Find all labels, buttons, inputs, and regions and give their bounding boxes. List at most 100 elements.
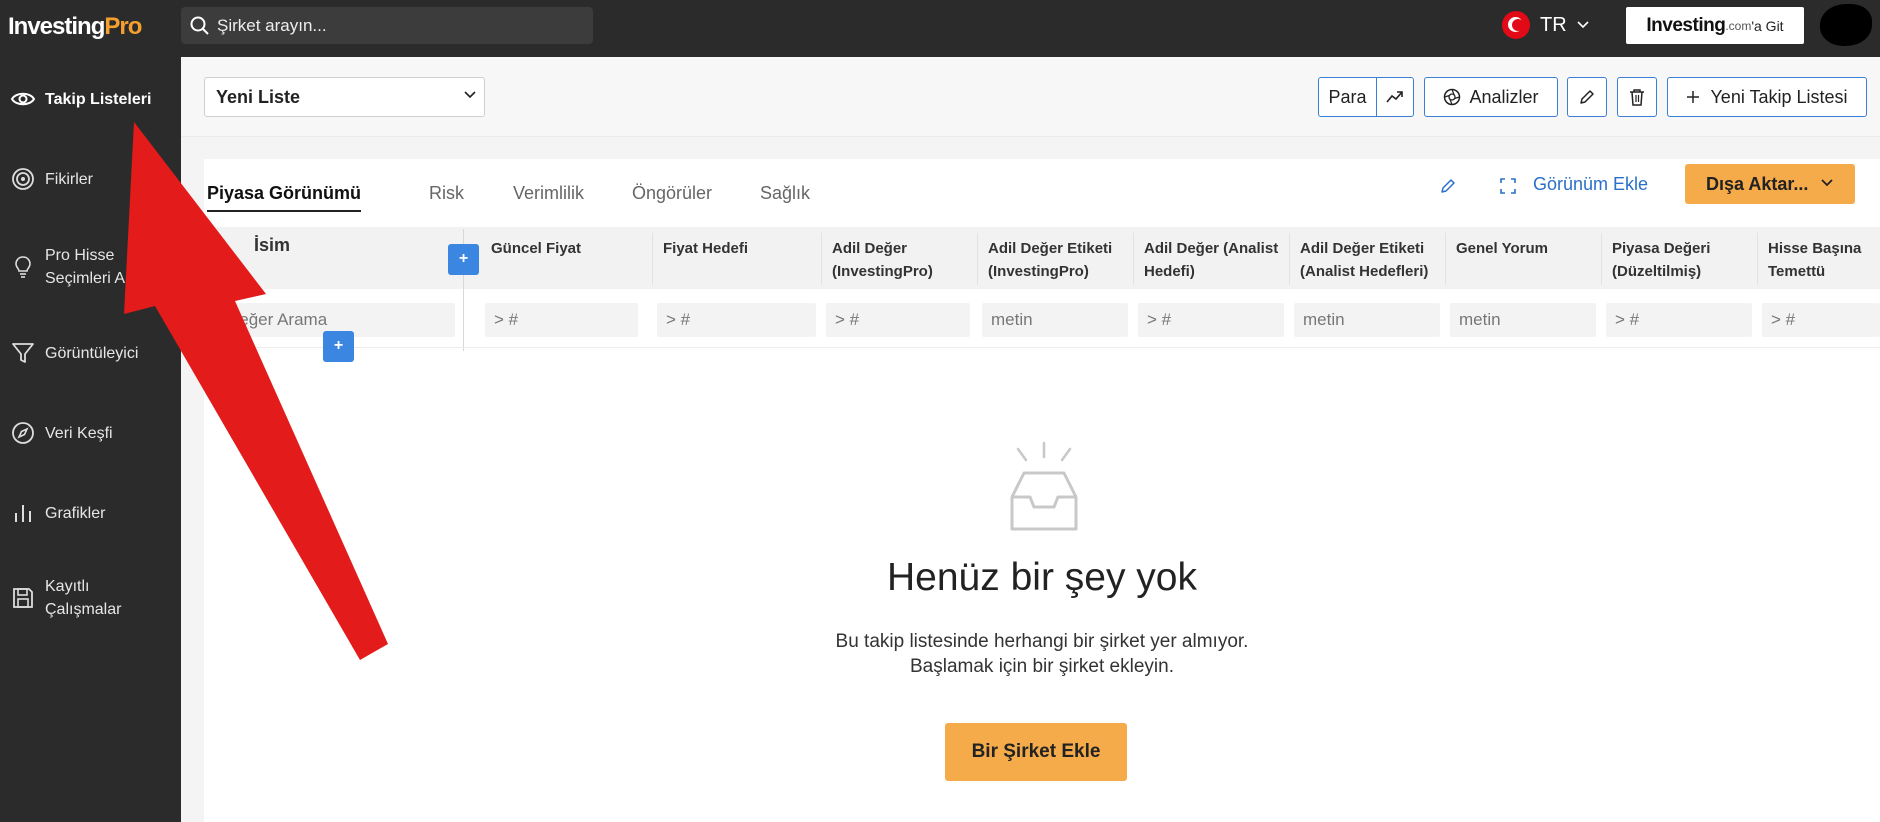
column-header[interactable]: Adil Değer (InvestingPro): [832, 237, 933, 283]
filter-input[interactable]: metin: [982, 303, 1128, 337]
sidebar-item-label: Görüntüleyici: [45, 344, 139, 362]
add-company-label: Bir Şirket Ekle: [971, 741, 1101, 762]
column-divider: [1601, 233, 1602, 285]
add-column-button[interactable]: +: [448, 244, 479, 275]
watchlist-card: Piyasa Görünümü Risk Verimlilik Öngörüle…: [204, 159, 1880, 822]
top-bar: InvestingPro TR Investing.com'a Git: [0, 0, 1880, 57]
go-to-investing-button[interactable]: Investing .com'a Git: [1626, 7, 1804, 44]
filter-input[interactable]: > #: [1606, 303, 1752, 337]
compass-icon: [12, 422, 34, 444]
target-icon: [12, 168, 34, 190]
add-company-button[interactable]: Bir Şirket Ekle: [945, 723, 1127, 781]
tab-market-view[interactable]: Piyasa Görünümü: [207, 183, 362, 212]
investingpro-logo[interactable]: InvestingPro: [8, 13, 142, 41]
filter-input[interactable]: metin: [1294, 303, 1440, 337]
new-watchlist-button[interactable]: Yeni Takip Listesi: [1667, 77, 1867, 117]
logo-text-pro: Pro: [104, 13, 142, 40]
column-header[interactable]: Adil Değer (Analist Hedefi): [1144, 237, 1278, 283]
filter-input[interactable]: > #: [657, 303, 816, 337]
column-divider: [1289, 233, 1290, 285]
column-header[interactable]: Genel Yorum: [1456, 237, 1548, 260]
sidebar-item-label: Fikirler: [45, 170, 93, 188]
turkey-flag-icon: [1502, 11, 1530, 39]
column-divider: [1133, 233, 1134, 285]
select-all-checkbox[interactable]: [207, 239, 225, 257]
column-header[interactable]: Güncel Fiyat: [491, 237, 581, 260]
column-divider: [652, 233, 653, 285]
eye-icon: [10, 92, 36, 106]
sidebar-item-screener[interactable]: Görüntüleyici: [0, 338, 181, 368]
empty-state-title: Henüz bir şey yok: [887, 556, 1197, 599]
filter-input[interactable]: > #: [1138, 303, 1284, 337]
pencil-icon: [1580, 90, 1594, 104]
sidebar-item-watchlists[interactable]: Takip Listeleri: [0, 84, 181, 114]
filter-input[interactable]: > #: [1762, 303, 1880, 337]
currency-button[interactable]: Para: [1318, 77, 1377, 117]
bar-chart-icon: [15, 505, 31, 522]
sidebar-item-label: Pro Hisse Seçimleri AI: [45, 247, 130, 287]
search-input[interactable]: [217, 12, 577, 39]
sidebar: Takip Listeleri Fikirler Pro Hisse Seçiml…: [0, 57, 181, 822]
watchlist-select-value: Yeni Liste: [216, 87, 301, 107]
filter-input[interactable]: > #: [485, 303, 638, 337]
logo-text-investing: Investing: [8, 13, 105, 40]
column-header[interactable]: Hisse Başına Temettü: [1768, 237, 1861, 283]
analyses-button-label: Analizler: [1469, 86, 1539, 107]
tab-forecasts[interactable]: Öngörüler: [632, 183, 712, 204]
export-button[interactable]: Dışa Aktar...: [1685, 164, 1855, 204]
column-header[interactable]: Adil Değer Etiketi (Analist Hedefleri): [1300, 237, 1428, 283]
row-divider: [204, 347, 1880, 348]
sidebar-item-ideas[interactable]: Fikirler: [0, 164, 181, 194]
language-code: TR: [1540, 13, 1567, 36]
column-header[interactable]: Adil Değer Etiketi (InvestingPro): [988, 237, 1112, 283]
sidebar-item-data-explorer[interactable]: Veri Keşfi: [0, 418, 181, 448]
sidebar-item-pro-picks[interactable]: Pro Hisse Seçimleri AI: [0, 244, 181, 290]
investing-domain: .com: [1725, 18, 1752, 33]
chevron-down-icon: [1577, 21, 1589, 29]
chevron-down-icon: [1821, 179, 1833, 187]
aperture-icon: [1444, 88, 1461, 106]
trash-icon: [1630, 89, 1644, 106]
main-content: Yeni Liste Para Analizler Yeni Takip Lis…: [181, 57, 1880, 822]
trending-up-icon: [1386, 91, 1403, 103]
trend-button[interactable]: [1376, 77, 1414, 117]
column-divider: [1445, 233, 1446, 285]
save-icon: [13, 588, 33, 608]
company-search[interactable]: [181, 7, 593, 44]
fullscreen-icon[interactable]: [1499, 177, 1517, 195]
sidebar-item-label: Veri Keşfi: [45, 424, 113, 442]
column-header[interactable]: Piyasa Değeri (Düzeltilmiş): [1612, 237, 1710, 283]
analyses-button[interactable]: Analizler: [1424, 77, 1558, 117]
add-row-button[interactable]: +: [323, 331, 354, 362]
column-divider: [821, 233, 822, 285]
add-view-link[interactable]: Görünüm Ekle: [1533, 174, 1648, 195]
tab-risk[interactable]: Risk: [429, 183, 464, 204]
sidebar-item-label: Kayıtlı Çalışmalar: [45, 578, 122, 618]
column-header[interactable]: Fiyat Hedefi: [663, 237, 748, 260]
filter-icon: [12, 343, 34, 363]
search-icon: [190, 16, 209, 35]
column-header-name[interactable]: İsim: [254, 234, 290, 257]
export-button-label: Dışa Aktar...: [1706, 173, 1809, 194]
go-to-suffix: 'a Git: [1751, 17, 1784, 34]
chevron-down-icon: [464, 91, 476, 99]
sidebar-item-label: Grafikler: [45, 504, 106, 522]
tab-health[interactable]: Sağlık: [760, 183, 810, 204]
tab-efficiency[interactable]: Verimlilik: [513, 183, 584, 204]
language-selector[interactable]: TR: [1502, 10, 1589, 40]
sidebar-item-label: Takip Listeleri: [45, 90, 152, 108]
edit-list-button[interactable]: [1567, 77, 1607, 117]
filter-input[interactable]: > #: [826, 303, 970, 337]
sidebar-item-charts[interactable]: Grafikler: [0, 498, 181, 528]
filter-input[interactable]: metin: [1450, 303, 1596, 337]
currency-button-label: Para: [1328, 86, 1367, 107]
watchlist-select[interactable]: Yeni Liste: [204, 77, 485, 117]
column-divider: [1757, 233, 1758, 285]
plus-icon: [1687, 91, 1700, 103]
edit-view-icon[interactable]: [1439, 177, 1457, 195]
delete-list-button[interactable]: [1617, 77, 1657, 117]
column-divider: [977, 233, 978, 285]
avatar[interactable]: [1820, 4, 1872, 46]
sidebar-item-saved-work[interactable]: Kayıtlı Çalışmalar: [0, 575, 181, 621]
new-watchlist-label: Yeni Takip Listesi: [1710, 86, 1848, 107]
